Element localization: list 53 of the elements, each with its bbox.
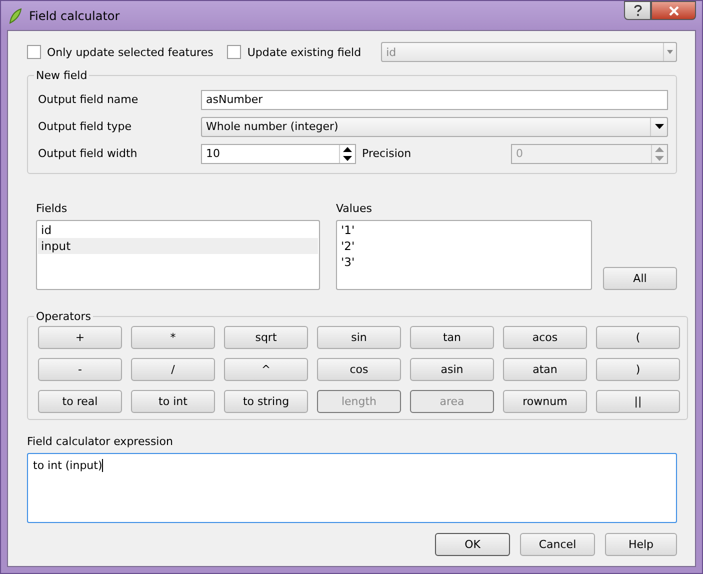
value-item[interactable]: '2' (338, 238, 590, 254)
operator-button[interactable]: acos (503, 326, 587, 349)
close-button[interactable] (651, 1, 696, 20)
width-spinbox[interactable]: 10 (201, 144, 356, 164)
group-title: Operators (35, 310, 92, 323)
type-dropdown[interactable]: Whole number (integer) (201, 116, 668, 136)
operator-button[interactable]: tan (410, 326, 494, 349)
all-button[interactable]: All (603, 267, 677, 290)
operator-button[interactable]: * (131, 326, 215, 349)
list-title: Values (336, 202, 373, 215)
window-title: Field calculator (29, 8, 121, 22)
value-item[interactable]: '1' (338, 222, 590, 238)
dialog-button[interactable]: Help (605, 533, 677, 556)
operator-button[interactable]: cos (317, 358, 401, 381)
operator-button[interactable]: + (38, 326, 122, 349)
operator-button[interactable]: / (131, 358, 215, 381)
value-item[interactable]: '3' (338, 254, 590, 270)
dropdown-arrow-icon (654, 124, 664, 129)
list-title: Fields (36, 202, 68, 215)
operator-button[interactable]: to string (224, 390, 308, 413)
operator-button[interactable]: asin (410, 358, 494, 381)
operator-button[interactable]: ( (596, 326, 680, 349)
spin-arrows-icon (655, 146, 664, 162)
expression-field[interactable]: to int (input) (27, 453, 677, 523)
field-label: Precision (362, 147, 412, 160)
field-label: Output field name (38, 93, 140, 106)
operator-button[interactable]: sqrt (224, 326, 308, 349)
field-label: Output field width (38, 147, 138, 160)
operator-button[interactable]: to real (38, 390, 122, 413)
input-field[interactable]: asNumber (201, 90, 668, 110)
dialog-button[interactable]: OK (435, 533, 510, 556)
operator-button[interactable]: atan (503, 358, 587, 381)
spin-arrows-icon (343, 146, 352, 162)
field-label: Field calculator expression (27, 435, 174, 448)
help-button[interactable] (624, 1, 651, 20)
field-label: Output field type (38, 120, 133, 133)
operator-button[interactable]: sin (317, 326, 401, 349)
operator-button[interactable]: rownum (503, 390, 587, 413)
field-item[interactable]: input (38, 238, 318, 254)
leaf-icon (7, 8, 23, 24)
field-item[interactable]: id (38, 222, 318, 238)
option-checkbox[interactable]: Update existing field (227, 45, 362, 59)
question-icon (634, 5, 642, 16)
operator-button[interactable]: || (596, 390, 680, 413)
dropdown-arrow-icon (667, 50, 673, 54)
dialog-button[interactable]: Cancel (520, 533, 595, 556)
option-checkbox[interactable]: Only update selected features (27, 45, 214, 59)
operator-button[interactable]: ) (596, 358, 680, 381)
group-title: New field (35, 69, 88, 82)
operator-button[interactable]: to int (131, 390, 215, 413)
operator-button[interactable]: - (38, 358, 122, 381)
operator-button[interactable]: ^ (224, 358, 308, 381)
close-icon (668, 6, 678, 16)
